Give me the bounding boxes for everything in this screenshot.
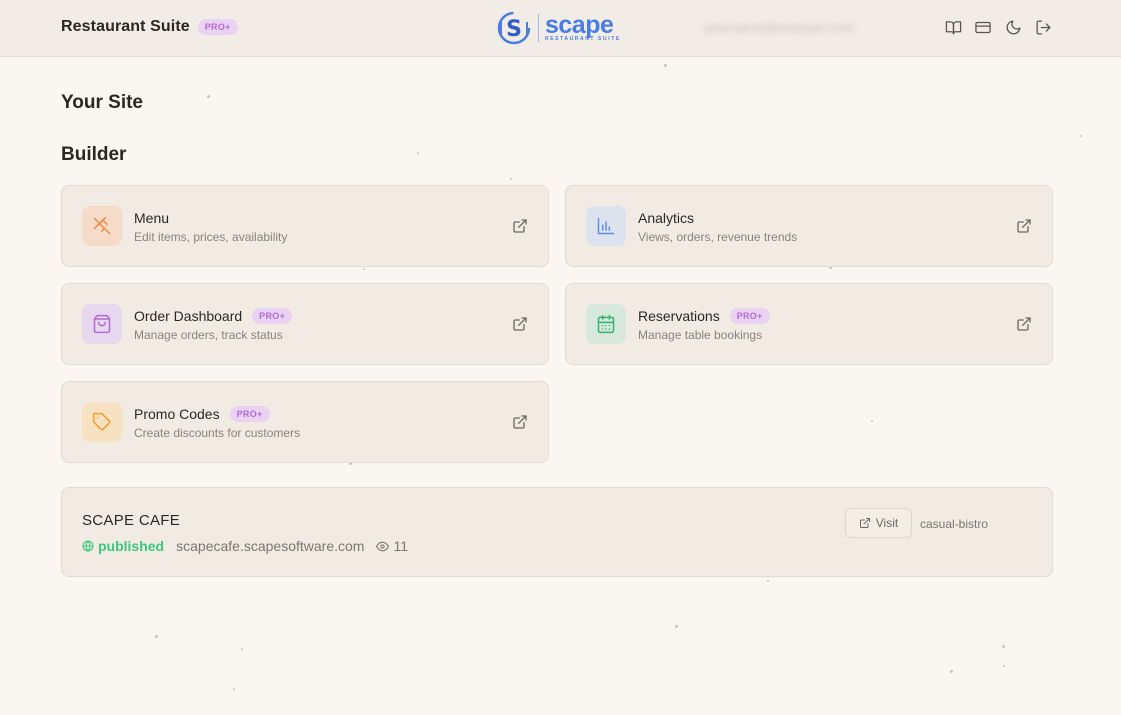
card-analytics[interactable]: Analytics Views, orders, revenue trends — [565, 185, 1053, 267]
tag-icon — [92, 412, 111, 431]
card-icon[interactable] — [974, 18, 992, 36]
template-name: casual-bistro — [920, 517, 989, 531]
card-icon-box — [586, 304, 626, 344]
card-title: Analytics — [638, 210, 695, 226]
site-meta: published scapecafe.scapesoftware.com 11 — [82, 538, 408, 554]
site-name: SCAPE CAFE — [82, 512, 181, 529]
section-title-builder: Builder — [61, 144, 127, 165]
card-title-row: Order Dashboard PRO+ — [134, 308, 293, 324]
card-description: Views, orders, revenue trends — [638, 230, 798, 244]
card-description: Create discounts for customers — [134, 426, 301, 440]
logout-icon[interactable] — [1034, 18, 1052, 36]
site-domain[interactable]: scapecafe.scapesoftware.com — [176, 538, 364, 554]
card-title: Reservations — [638, 308, 720, 324]
card-title-row: Reservations PRO+ — [638, 308, 770, 324]
card-icon-box — [82, 304, 122, 344]
logo-subtitle: RESTAURANT SUITE — [545, 36, 621, 42]
utensils-icon — [93, 216, 111, 235]
shopping-bag-icon — [93, 314, 111, 334]
external-link-icon[interactable] — [512, 218, 528, 234]
status-text: published — [98, 538, 165, 554]
pro-badge: PRO+ — [729, 308, 770, 324]
app-title: Restaurant Suite — [61, 18, 190, 35]
card-icon-box — [586, 206, 626, 246]
card-reservations[interactable]: Reservations PRO+ Manage table bookings — [565, 283, 1053, 365]
card-title-row: Analytics — [638, 210, 694, 226]
card-icon-box — [82, 206, 122, 246]
card-title-row: Promo Codes PRO+ — [134, 406, 270, 422]
card-description: Manage orders, track status — [134, 328, 283, 342]
card-description: Manage table bookings — [638, 328, 763, 342]
visit-label: Visit — [875, 516, 899, 530]
card-description: Edit items, prices, availability — [134, 230, 288, 244]
external-link-icon[interactable] — [512, 316, 528, 332]
card-icon-box — [82, 402, 122, 442]
brand: Restaurant Suite PRO+ — [61, 18, 238, 36]
external-link-icon[interactable] — [1016, 316, 1032, 332]
status-badge: published — [82, 538, 164, 554]
scape-logo-mark-icon: S — [497, 11, 531, 45]
card-title: Promo Codes — [134, 406, 220, 422]
visit-button[interactable]: Visit — [845, 508, 912, 538]
globe-icon — [82, 540, 94, 552]
card-promo-codes[interactable]: Promo Codes PRO+ Create discounts for cu… — [61, 381, 549, 463]
book-icon[interactable] — [944, 18, 962, 36]
card-title: Order Dashboard — [134, 308, 243, 324]
logo-separator — [538, 14, 539, 42]
view-count: 11 — [376, 538, 408, 554]
scape-logo[interactable]: S scape RESTAURANT SUITE — [494, 10, 621, 46]
external-link-icon — [859, 518, 870, 528]
card-menu[interactable]: Menu Edit items, prices, availability — [61, 185, 549, 267]
svg-text:S: S — [506, 17, 522, 42]
external-link-icon[interactable] — [512, 414, 528, 430]
top-header: Restaurant Suite PRO+ S scape RESTAURANT… — [0, 0, 1121, 57]
card-title: Menu — [134, 210, 170, 226]
plan-badge: PRO+ — [197, 19, 238, 35]
eye-icon — [376, 541, 390, 551]
site-card: SCAPE CAFE published scapecafe.scapesoft… — [61, 487, 1053, 577]
calendar-icon — [597, 314, 615, 334]
page-title: Your Site — [61, 92, 143, 113]
view-count-value: 11 — [393, 538, 408, 554]
header-actions — [944, 18, 1052, 36]
card-title-row: Menu — [134, 210, 169, 226]
logo-word: scape — [545, 11, 614, 39]
user-email: yourname@example.com — [705, 20, 854, 35]
card-order-dashboard[interactable]: Order Dashboard PRO+ Manage orders, trac… — [61, 283, 549, 365]
external-link-icon[interactable] — [1016, 218, 1032, 234]
pro-badge: PRO+ — [229, 406, 270, 422]
logo-text: scape RESTAURANT SUITE — [545, 11, 621, 43]
pro-badge: PRO+ — [252, 308, 293, 324]
bar-chart-icon — [597, 217, 615, 235]
moon-icon[interactable] — [1004, 18, 1022, 36]
